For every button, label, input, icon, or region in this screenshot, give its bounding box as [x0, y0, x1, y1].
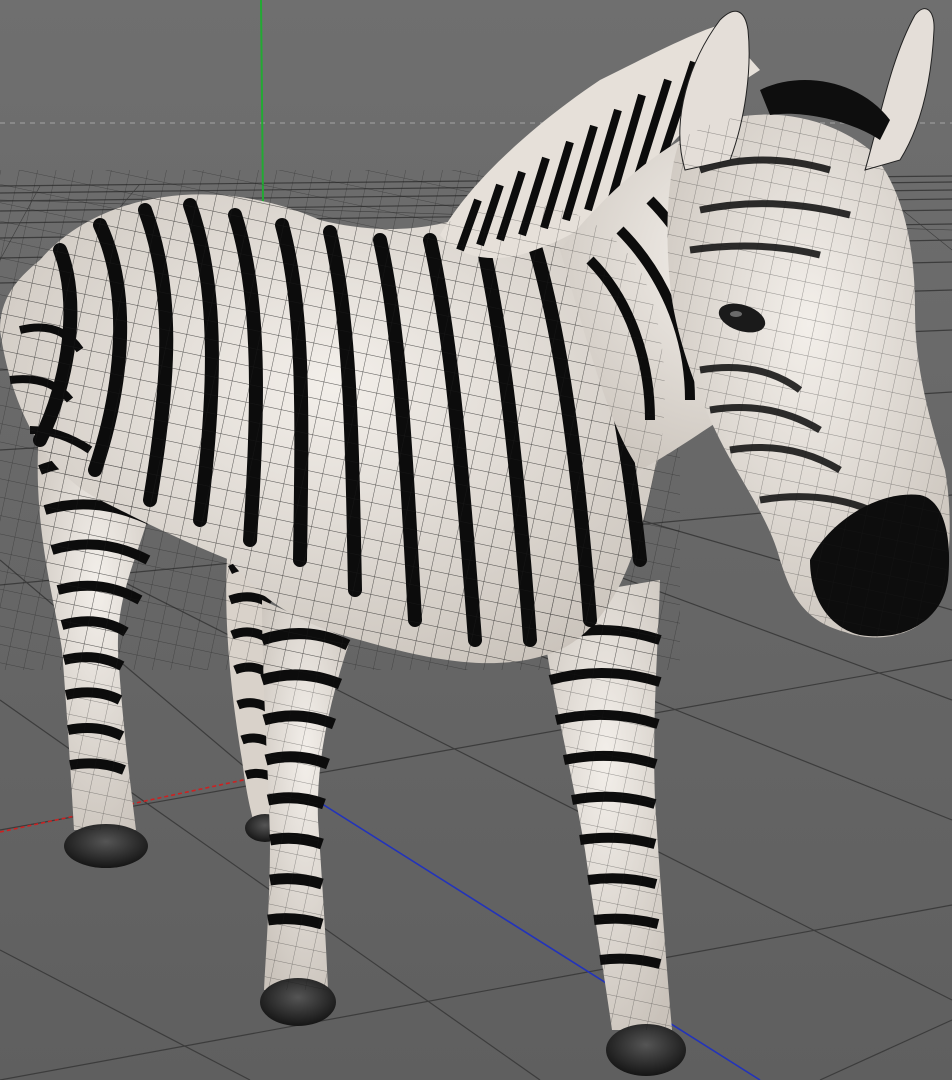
3d-viewport[interactable] [0, 0, 952, 1080]
